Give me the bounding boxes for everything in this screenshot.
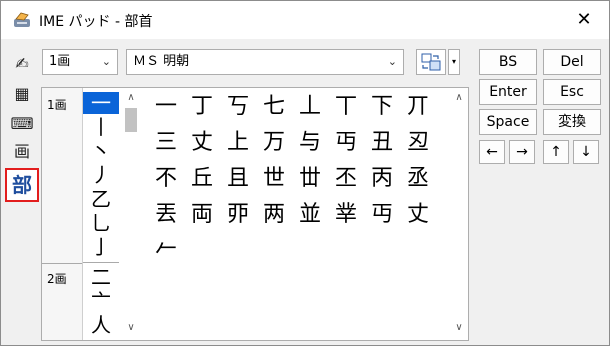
stroke-count-value: 1画 <box>49 54 71 69</box>
convert-button[interactable]: 変換 <box>543 109 601 135</box>
character-cell[interactable]: 丟 <box>149 198 183 232</box>
character-scrollbar[interactable]: ∧ ∨ <box>451 88 467 340</box>
character-cell[interactable]: 与 <box>293 126 327 160</box>
radical-item[interactable]: 乙 <box>83 188 119 210</box>
arrow-down-icon[interactable]: ↓ <box>573 140 599 164</box>
character-cell[interactable]: 上 <box>221 126 255 160</box>
backspace-button[interactable]: BS <box>479 49 537 75</box>
radical-scrollbar[interactable]: ∧ ∨ <box>123 88 139 340</box>
radical-item[interactable]: 亅 <box>83 236 119 258</box>
enter-button[interactable]: Enter <box>479 79 537 105</box>
radical-item[interactable]: 乚 <box>83 212 119 234</box>
view-toggle-icon <box>421 53 441 71</box>
title-bar: IME パッド - 部首 ✕ <box>1 1 609 39</box>
soft-keyboard-icon[interactable]: ⌨ <box>10 112 34 136</box>
scroll-up-icon[interactable]: ∧ <box>451 90 467 106</box>
character-cell[interactable]: 下 <box>365 90 399 124</box>
arrow-right-icon[interactable]: → <box>509 140 535 164</box>
character-cell[interactable]: 丄 <box>293 90 327 124</box>
character-cell[interactable]: 且 <box>221 162 255 196</box>
character-cell[interactable]: 丌 <box>401 90 435 124</box>
chevron-down-icon: ⌄ <box>101 55 111 68</box>
character-cell[interactable]: 世 <box>257 162 291 196</box>
arrow-up-icon[interactable]: ↑ <box>543 140 569 164</box>
radical-icon[interactable]: 部 <box>5 168 39 202</box>
scroll-thumb[interactable] <box>125 108 137 132</box>
radical-item[interactable]: 一 <box>83 92 119 114</box>
escape-button[interactable]: Esc <box>543 79 601 105</box>
chevron-down-icon: ⌄ <box>387 55 397 68</box>
radical-item[interactable]: 亠 <box>83 290 119 312</box>
character-cell[interactable]: 丕 <box>329 162 363 196</box>
space-button[interactable]: Space <box>479 109 537 135</box>
character-cell[interactable]: 両 <box>185 198 219 232</box>
character-cell[interactable]: 丵 <box>329 198 363 232</box>
scroll-down-icon[interactable]: ∨ <box>123 320 139 336</box>
input-mode-toolbar: ✍ ▦ ⌨ 画 部 <box>4 46 40 341</box>
delete-button[interactable]: Del <box>543 49 601 75</box>
scroll-up-icon[interactable]: ∧ <box>123 90 139 106</box>
character-cell[interactable]: 並 <box>293 198 327 232</box>
handwriting-icon[interactable]: ✍ <box>10 52 34 76</box>
stroke-group-label: 2画 <box>47 272 67 286</box>
character-grid: 一 丁 丂 七 丄 丅 下 丌 三 丈 上 万 与 丏 丑 丒 不 丘 且 世 … <box>147 88 449 340</box>
view-mode-button[interactable] <box>416 49 446 75</box>
stroke-count-select[interactable]: 1画 ⌄ <box>42 49 118 75</box>
character-cell[interactable]: 丏 <box>365 198 399 232</box>
character-cell[interactable]: 丣 <box>221 198 255 232</box>
character-cell[interactable]: 两 <box>257 198 291 232</box>
window-title: IME パッド - 部首 <box>39 14 153 30</box>
character-cell[interactable]: 丅 <box>329 90 363 124</box>
character-cell[interactable]: 丈 <box>185 126 219 160</box>
character-cell[interactable]: 丈 <box>401 198 435 232</box>
character-cell[interactable]: 丂 <box>221 90 255 124</box>
radical-list: 一 丨 丶 丿 乙 乚 亅 二 亠 人 <box>83 88 119 340</box>
character-cell[interactable]: 七 <box>257 90 291 124</box>
font-select[interactable]: ＭＳ 明朝 ⌄ <box>126 49 404 75</box>
arrow-left-icon[interactable]: ← <box>479 140 505 164</box>
radical-item[interactable]: 丿 <box>83 164 119 186</box>
divider <box>42 263 82 264</box>
ime-pad-app-icon <box>13 11 31 29</box>
character-list-icon[interactable]: ▦ <box>10 82 34 106</box>
character-cell[interactable]: 𠂉 <box>149 234 183 268</box>
stroke-group-label: 1画 <box>47 98 67 112</box>
close-button[interactable]: ✕ <box>573 11 595 31</box>
character-cell[interactable]: 一 <box>149 90 183 124</box>
ime-pad-window: IME パッド - 部首 ✕ ✍ ▦ ⌨ 画 部 1画 ⌄ ＭＳ 明朝 ⌄ ▾ … <box>0 0 610 346</box>
scroll-down-icon[interactable]: ∨ <box>451 320 467 336</box>
character-cell[interactable]: 丗 <box>293 162 327 196</box>
stroke-group-column: 1画 2画 <box>42 88 83 340</box>
radical-item[interactable]: 人 <box>83 314 119 336</box>
character-cell[interactable]: 丁 <box>185 90 219 124</box>
character-cell[interactable]: 丒 <box>401 126 435 160</box>
radical-item[interactable]: 二 <box>83 266 119 288</box>
character-cell[interactable]: 丑 <box>365 126 399 160</box>
radical-item[interactable]: 丨 <box>83 116 119 138</box>
character-cell[interactable]: 丏 <box>329 126 363 160</box>
font-value: ＭＳ 明朝 <box>133 54 190 69</box>
radical-item[interactable]: 丶 <box>83 140 119 162</box>
character-cell[interactable]: 丞 <box>401 162 435 196</box>
view-mode-dropdown[interactable]: ▾ <box>448 49 460 75</box>
character-cell[interactable]: 丘 <box>185 162 219 196</box>
stroke-count-icon[interactable]: 画 <box>10 140 34 164</box>
divider <box>83 262 119 263</box>
character-cell[interactable]: 丙 <box>365 162 399 196</box>
character-cell[interactable]: 不 <box>149 162 183 196</box>
character-cell[interactable]: 三 <box>149 126 183 160</box>
character-cell[interactable]: 万 <box>257 126 291 160</box>
